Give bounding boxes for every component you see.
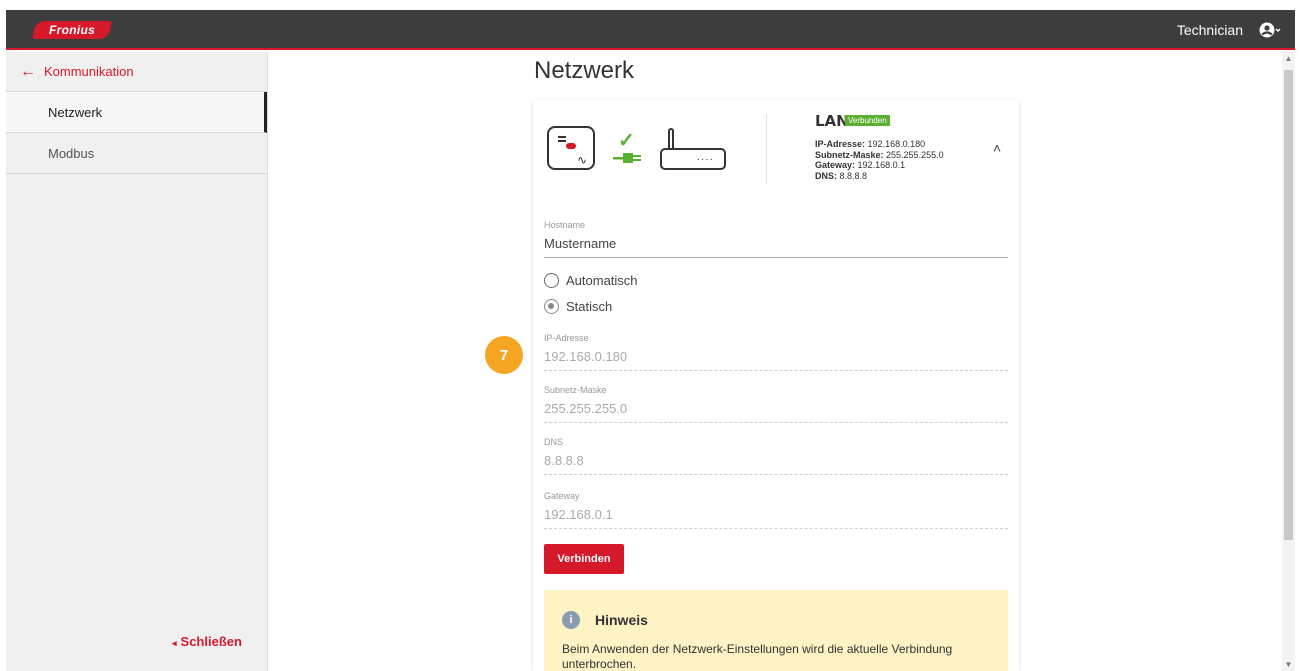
plug-icon <box>613 153 641 163</box>
lan-subnet-value: 255.255.255.0 <box>886 149 944 160</box>
hostname-label: Hostname <box>544 220 586 230</box>
sidebar-item-label: Modbus <box>48 145 95 161</box>
network-settings-card: ∿ ✓ ···· LAN Verbunden IP-Adresse: 192.1… <box>533 100 1019 671</box>
inverter-icon: ∿ <box>547 126 595 170</box>
router-antenna-icon <box>668 128 674 150</box>
hint-title: Hinweis <box>595 612 648 628</box>
scrollbar-thumb[interactable] <box>1284 70 1293 540</box>
connection-status-panel: ∿ ✓ ···· LAN Verbunden IP-Adresse: 192.1… <box>533 100 1019 200</box>
divider <box>766 114 767 184</box>
ip-address-label: IP-Adresse <box>544 333 589 343</box>
radio-circle <box>544 273 559 288</box>
hostname-field: Hostname Mustername <box>544 220 1008 258</box>
gateway-field: Gateway 192.168.0.1 <box>544 491 1008 529</box>
lan-gateway-label: Gateway: <box>815 160 856 170</box>
sidebar-item-netzwerk[interactable]: Netzwerk <box>6 92 267 133</box>
arrow-left-icon: ← <box>20 62 36 80</box>
back-label: Kommunikation <box>44 64 134 79</box>
lan-gateway-value: 192.168.0.1 <box>857 160 906 170</box>
gateway-label: Gateway <box>544 491 580 501</box>
radio-automatisch-label: Automatisch <box>566 273 638 288</box>
subnet-mask-label: Subnetz-Maske <box>544 385 607 395</box>
radio-statisch-label: Statisch <box>566 299 613 314</box>
router-icon: ···· <box>660 148 726 170</box>
lan-subnet-label: Subnetz-Maske: <box>815 149 884 160</box>
user-role-label: Technician <box>1176 22 1243 38</box>
lan-title: LAN <box>815 112 849 130</box>
account-icon[interactable] <box>1259 21 1281 39</box>
radio-automatisch[interactable]: Automatisch <box>544 273 638 288</box>
close-sidebar-button[interactable]: ◂ Schließen <box>172 634 242 649</box>
info-icon: i <box>562 611 580 629</box>
subnet-mask-field: Subnetz-Maske 255.255.255.0 <box>544 385 1008 423</box>
lan-ip-value: 192.168.0.180 <box>867 139 926 149</box>
dns-label: DNS <box>544 437 564 447</box>
dns-field: DNS 8.8.8.8 <box>544 437 1008 475</box>
back-to-kommunikation[interactable]: ← Kommunikation <box>6 52 267 92</box>
sidebar: ← Kommunikation Netzwerk Modbus ◂ Schließ… <box>6 52 268 671</box>
logo-text: Fronius <box>48 23 96 37</box>
chevron-left-icon: ◂ <box>172 638 177 648</box>
gateway-input[interactable]: 192.168.0.1 <box>544 507 1008 529</box>
lan-ip-label: IP-Adresse: <box>815 139 866 149</box>
page-title: Netzwerk <box>534 57 635 84</box>
subnet-mask-input[interactable]: 255.255.255.0 <box>544 401 1008 423</box>
radio-statisch[interactable]: Statisch <box>544 299 612 314</box>
fronius-logo[interactable]: Fronius <box>32 21 112 39</box>
dns-input[interactable]: 8.8.8.8 <box>544 453 1008 475</box>
ip-address-input[interactable]: 192.168.0.180 <box>544 349 1008 371</box>
vertical-scrollbar[interactable]: ▲ ▼ <box>1282 52 1295 671</box>
connect-button[interactable]: Verbinden <box>544 544 624 574</box>
step-number-marker: 7 <box>485 336 523 374</box>
sidebar-item-modbus[interactable]: Modbus <box>6 133 267 174</box>
hostname-input[interactable]: Mustername <box>544 236 1008 258</box>
hint-text: Beim Anwenden der Netzwerk-Einstellungen… <box>562 642 953 671</box>
check-icon: ✓ <box>618 130 635 152</box>
ip-address-field: IP-Adresse 192.168.0.180 <box>544 333 1008 371</box>
hint-box: i Hinweis Beim Anwenden der Netzwerk-Ein… <box>544 590 1008 671</box>
chevron-up-icon[interactable]: ˄ <box>993 140 1001 156</box>
close-label: Schließen <box>180 634 242 649</box>
radio-circle-checked <box>544 299 559 314</box>
lan-dns-label: DNS: <box>815 170 837 181</box>
scroll-down-arrow-icon[interactable]: ▼ <box>1282 660 1295 669</box>
sidebar-item-label: Netzwerk <box>48 104 103 120</box>
scroll-up-arrow-icon[interactable]: ▲ <box>1282 54 1295 63</box>
top-bar: Fronius Technician <box>6 10 1295 50</box>
lan-info: IP-Adresse: 192.168.0.180 Subnetz-Maske:… <box>815 139 944 181</box>
lan-dns-value: 8.8.8.8 <box>839 170 868 181</box>
status-badge: Verbunden <box>845 115 890 126</box>
